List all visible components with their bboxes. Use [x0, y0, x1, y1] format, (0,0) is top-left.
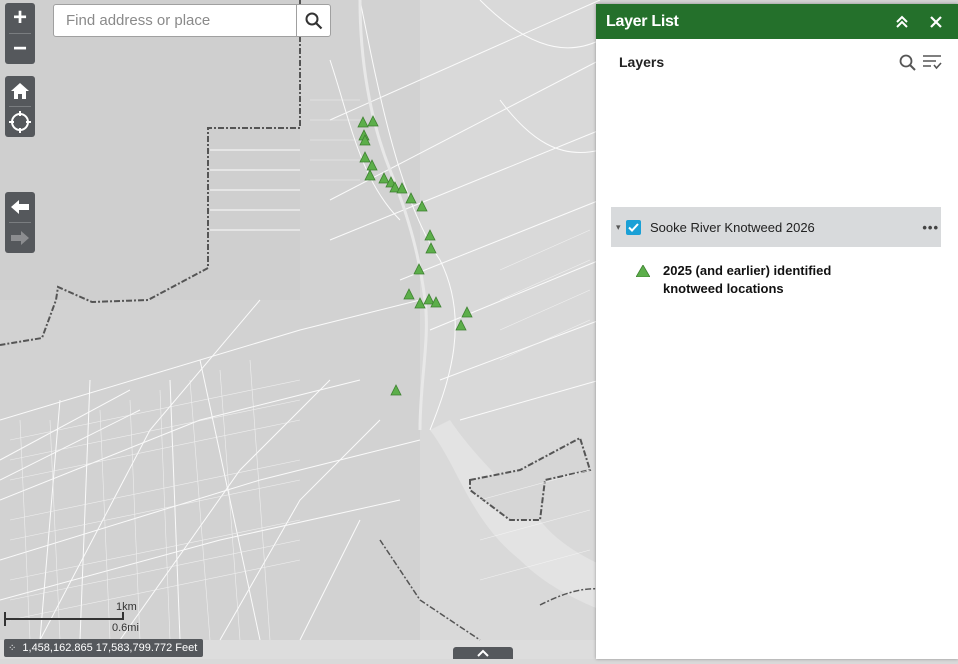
layers-toolbar: Layers	[596, 39, 958, 85]
knotweed-marker	[425, 242, 437, 254]
scalebar: 1km 0.6mi	[4, 600, 154, 634]
zoom-out-button[interactable]: −	[5, 34, 35, 64]
knotweed-marker	[390, 384, 402, 396]
knotweed-marker	[424, 229, 436, 241]
scalebar-mi-label: 0.6mi	[112, 622, 139, 634]
zoom-in-button[interactable]: +	[5, 3, 35, 33]
extent-nav-controls	[5, 192, 35, 253]
knotweed-marker	[414, 297, 426, 309]
scalebar-km-label: 1km	[116, 601, 137, 613]
layer-item[interactable]: ▾ Sooke River Knotweed 2026 •••	[611, 207, 941, 247]
coordinate-text: 1,458,162.865 17,583,799.772 Feet	[22, 642, 198, 654]
checkmark-icon	[628, 222, 639, 232]
search-input[interactable]	[54, 5, 296, 36]
search-icon	[305, 12, 322, 29]
close-panel-button[interactable]	[924, 10, 948, 34]
knotweed-marker	[413, 263, 425, 275]
layer-list-panel: Layer List Layers ▾ Sooke River Knotweed…	[596, 4, 958, 659]
knotweed-marker	[367, 115, 379, 127]
knotweed-marker	[357, 116, 369, 128]
search-icon	[899, 54, 916, 71]
chevron-up-icon	[477, 649, 489, 657]
arrow-right-icon	[11, 231, 29, 245]
legend-label: 2025 (and earlier) identified knotweed l…	[663, 263, 832, 296]
knotweed-marker	[455, 319, 467, 331]
crosshair-icon: ⁘	[8, 642, 17, 654]
collapse-panel-button[interactable]	[890, 10, 914, 34]
panel-header: Layer List	[596, 4, 958, 39]
knotweed-marker	[364, 169, 376, 181]
legend-item: 2025 (and earlier) identified knotweed l…	[635, 262, 916, 298]
coordinate-readout[interactable]: ⁘ 1,458,162.865 17,583,799.772 Feet	[4, 639, 204, 657]
knotweed-marker	[461, 306, 473, 318]
panel-title: Layer List	[606, 12, 679, 30]
locate-button[interactable]	[5, 107, 35, 137]
minus-icon: −	[12, 35, 27, 62]
home-locate-controls	[5, 76, 35, 137]
knotweed-marker	[403, 288, 415, 300]
search-button[interactable]	[296, 5, 330, 36]
close-icon	[930, 15, 942, 28]
next-extent-button[interactable]	[5, 223, 35, 253]
locate-icon	[9, 111, 31, 133]
knotweed-marker	[396, 182, 408, 194]
arrow-left-icon	[11, 200, 29, 214]
layers-heading: Layers	[619, 54, 665, 70]
double-chevron-up-icon	[896, 15, 908, 28]
knotweed-marker	[359, 151, 371, 163]
knotweed-marker	[416, 200, 428, 212]
layer-search-button[interactable]	[899, 54, 916, 71]
filter-list-icon	[923, 55, 942, 70]
zoom-controls: + −	[5, 3, 35, 64]
layer-options-button[interactable]	[922, 54, 942, 70]
knotweed-marker	[423, 293, 435, 305]
home-button[interactable]	[5, 76, 35, 106]
home-icon	[11, 83, 29, 99]
layer-visibility-checkbox[interactable]	[626, 219, 641, 235]
expand-caret-icon[interactable]: ▾	[616, 222, 624, 233]
layer-name: Sooke River Knotweed 2026	[650, 219, 815, 235]
knotweed-marker	[405, 192, 417, 204]
attribute-table-toggle[interactable]	[453, 647, 513, 659]
knotweed-marker	[378, 172, 390, 184]
previous-extent-button[interactable]	[5, 192, 35, 222]
search-widget	[53, 4, 331, 37]
green-triangle-icon	[635, 262, 651, 298]
plus-icon: +	[12, 4, 27, 31]
more-options-icon[interactable]: •••	[922, 220, 939, 235]
